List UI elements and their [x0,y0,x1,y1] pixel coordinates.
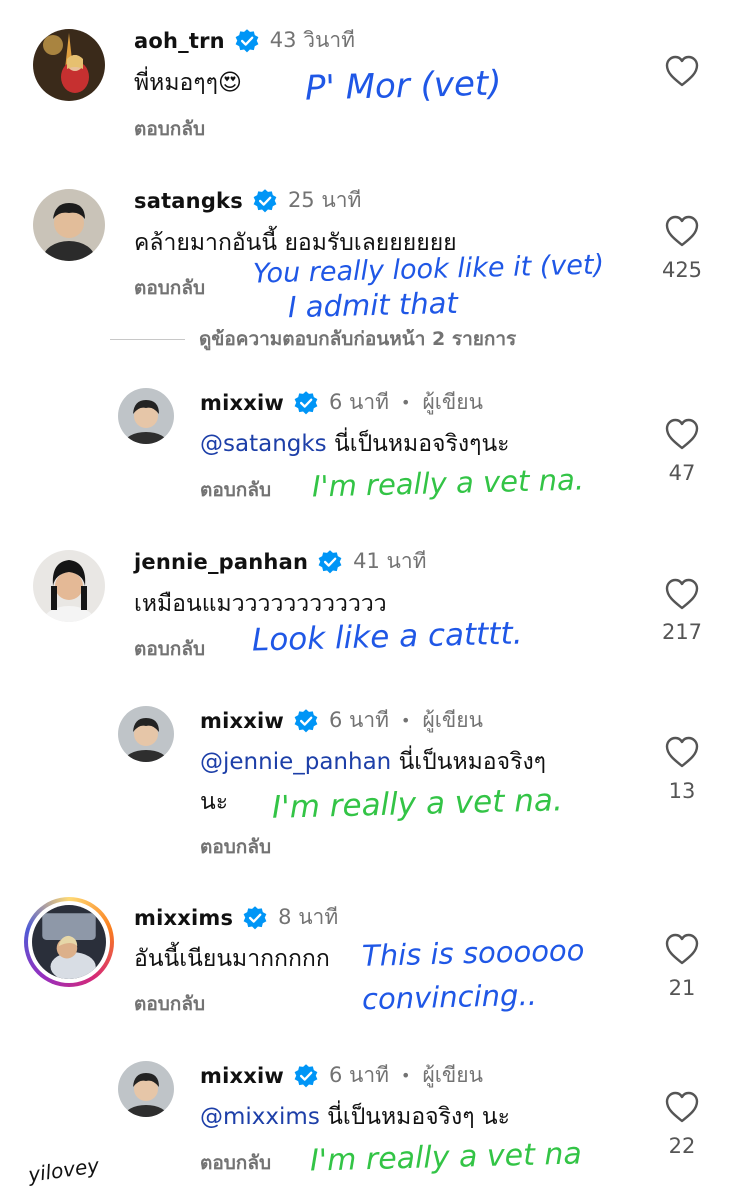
like-count[interactable]: 22 [652,1134,712,1158]
reply-button[interactable]: ตอบกลับ [134,634,205,664]
timestamp: 6 นาที [328,708,390,732]
reply-text-line1: @jennie_panhan นี่เป็นหมอจริงๆ [200,745,546,779]
mention-link[interactable]: @satangks [200,431,327,457]
handwritten-translation-line1: This is soooooo [361,933,585,973]
avatar[interactable] [118,1061,174,1117]
timestamp: 43 วินาที [269,28,355,52]
timestamp: 41 นาที [353,549,427,573]
like-heart-icon[interactable] [664,417,700,451]
reply-text-line2: นะ [200,789,229,815]
handwritten-translation-line2: convincing.. [361,977,538,1017]
timestamp: 8 นาที [278,905,339,929]
verified-badge-icon [252,188,278,214]
like-heart-icon[interactable] [664,932,700,966]
like-count[interactable]: 21 [652,976,712,1000]
mention-link[interactable]: @mixxims [200,1104,320,1130]
like-count[interactable]: 13 [652,779,712,803]
avatar[interactable] [33,550,105,622]
avatar[interactable] [118,388,174,444]
like-heart-icon[interactable] [664,1090,700,1124]
like-heart-icon[interactable] [664,577,700,611]
view-previous-replies-label[interactable]: ดูข้อความตอบกลับก่อนหน้า 2 รายการ [199,324,516,354]
like-count[interactable]: 425 [652,258,712,282]
avatar [32,905,106,979]
username[interactable]: satangks [134,189,243,213]
separator-dot: • [401,1066,411,1085]
reply-button[interactable]: ตอบกลับ [134,989,205,1019]
verified-badge-icon [293,390,319,416]
handwritten-translation-line2: I admit that [287,285,459,325]
reply-button[interactable]: ตอบกลับ [134,114,205,144]
timestamp: 25 นาที [287,188,362,212]
reply-button[interactable]: ตอบกลับ [200,475,271,505]
reply-text-body: นี่เป็นหมอจริงๆ [398,749,547,775]
verified-badge-icon [293,708,319,734]
mention-link[interactable]: @jennie_panhan [200,749,391,775]
comment-text: อันนี้เนียนมากกกกก [134,946,330,972]
verified-badge-icon [234,28,260,54]
username[interactable]: aoh_trn [134,29,225,53]
timestamp: 6 นาที [328,390,390,414]
username[interactable]: mixxims [134,906,233,930]
avatar[interactable] [118,706,174,762]
reply-text-body: นี่เป็นหมอจริงๆนะ [333,431,510,457]
avatar[interactable] [33,189,105,261]
verified-badge-icon [242,905,268,931]
author-label: ผู้เขียน [422,1063,483,1087]
comment-text: พี่หมอๆๆ😍 [134,70,242,96]
author-label: ผู้เขียน [422,708,483,732]
comments-page: aoh_trn 43 วินาที พี่หมอๆๆ😍 ตอบกลับ P' M… [0,0,740,1200]
reply-text: @satangks นี่เป็นหมอจริงๆนะ [200,427,510,461]
username[interactable]: jennie_panhan [134,550,308,574]
username[interactable]: mixxiw [200,391,284,415]
divider-line [110,338,185,340]
comment-text: เหมือนแมวววววววววววว [134,591,387,617]
like-heart-icon[interactable] [664,54,700,88]
view-previous-replies[interactable]: ดูข้อความตอบกลับก่อนหน้า 2 รายการ [110,324,516,354]
handwritten-translation: I'm really a vet na [309,1136,583,1179]
handwritten-translation: I'm really a vet na. [271,782,564,826]
story-ring-avatar[interactable] [24,897,114,987]
separator-dot: • [401,711,411,730]
separator-dot: • [401,393,411,412]
avatar[interactable] [33,29,105,101]
reply-button[interactable]: ตอบกลับ [134,273,205,303]
username[interactable]: mixxiw [200,709,284,733]
like-heart-icon[interactable] [664,735,700,769]
reply-button[interactable]: ตอบกลับ [200,832,271,862]
handwritten-translation: Look like a catttt. [251,615,523,659]
author-label: ผู้เขียน [422,390,483,414]
verified-badge-icon [317,549,343,575]
username[interactable]: mixxiw [200,1064,284,1088]
like-count[interactable]: 47 [652,461,712,485]
verified-badge-icon [293,1063,319,1089]
like-count[interactable]: 217 [652,620,712,644]
timestamp: 6 นาที [328,1063,390,1087]
signature: yilovey [26,1153,101,1187]
reply-text-body: นี่เป็นหมอจริงๆ นะ [327,1104,510,1130]
handwritten-translation: I'm really a vet na. [311,462,585,504]
reply-button[interactable]: ตอบกลับ [200,1148,271,1178]
like-heart-icon[interactable] [664,214,700,248]
handwritten-translation: P' Mor (vet) [304,63,502,109]
reply-text: @mixxims นี่เป็นหมอจริงๆ นะ [200,1100,510,1134]
